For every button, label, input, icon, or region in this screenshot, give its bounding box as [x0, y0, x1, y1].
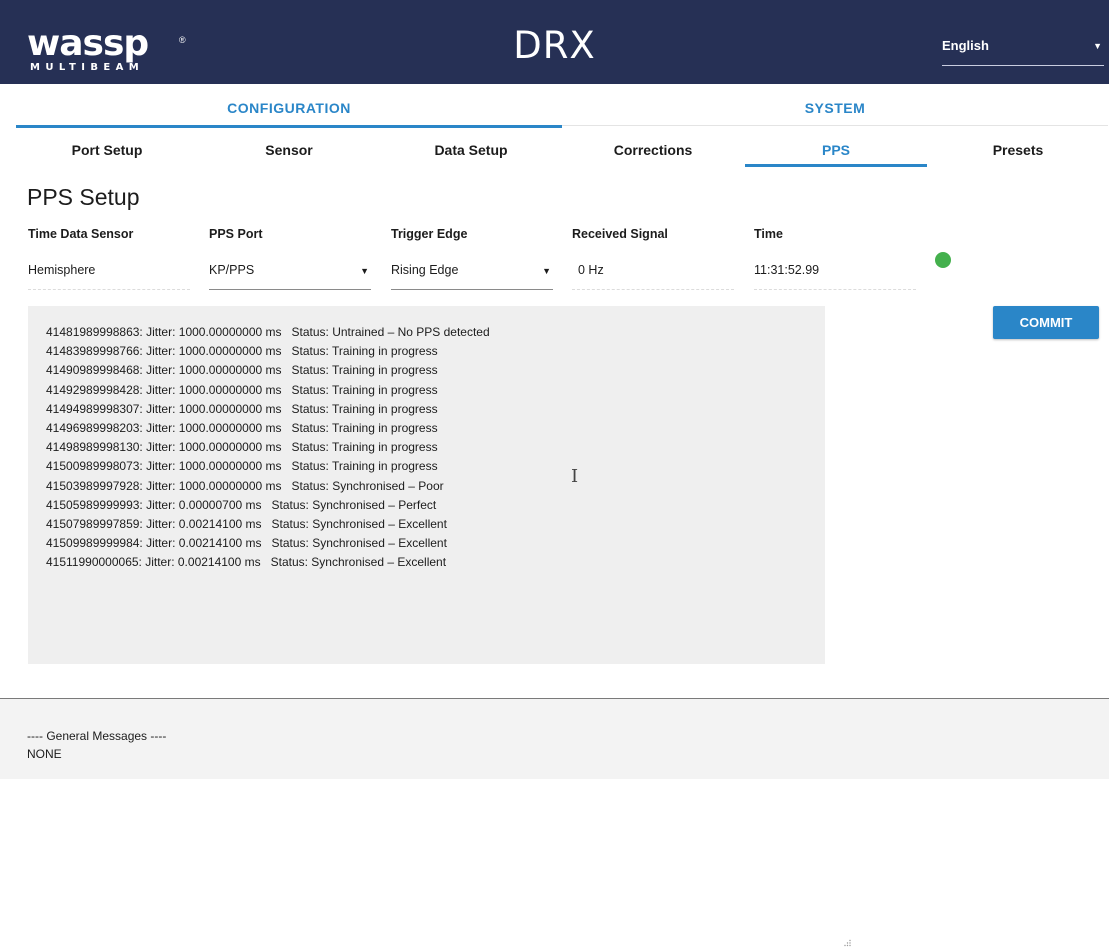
time-data-sensor-value: Hemisphere — [28, 263, 96, 277]
tab-pps[interactable]: PPS — [745, 142, 927, 167]
logo-subtext: MULTIBEAM — [30, 62, 145, 73]
tab-presets[interactable]: Presets — [927, 142, 1109, 167]
pps-port-select[interactable]: KP/PPS ▼ — [209, 254, 371, 290]
log-line: 41483989998766: Jitter: 1000.00000000 ms… — [46, 344, 438, 359]
log-line: 41511990000065: Jitter: 0.00214100 ms St… — [46, 555, 447, 570]
text-cursor-icon: I — [571, 466, 579, 487]
general-messages-text: NONE — [27, 747, 62, 761]
tab-system[interactable]: SYSTEM — [562, 100, 1108, 126]
tab-data-setup[interactable]: Data Setup — [380, 142, 562, 167]
time-data-sensor-field: Hemisphere — [28, 254, 190, 290]
commit-button[interactable]: COMMIT — [993, 306, 1099, 339]
log-line: 41490989998468: Jitter: 1000.00000000 ms… — [46, 363, 438, 378]
log-line: 41498989998130: Jitter: 1000.00000000 ms… — [46, 440, 438, 455]
tab-corrections[interactable]: Corrections — [562, 142, 744, 167]
log-line: 41496989998203: Jitter: 1000.00000000 ms… — [46, 421, 438, 436]
pps-port-value: KP/PPS — [209, 263, 255, 277]
log-line: 41500989998073: Jitter: 1000.00000000 ms… — [46, 459, 438, 474]
page-title: PPS Setup — [27, 184, 140, 210]
trigger-edge-label: Trigger Edge — [391, 227, 468, 241]
app-header: wassp ® MULTIBEAM DRX English ▼ — [0, 0, 1109, 84]
tab-configuration[interactable]: CONFIGURATION — [16, 100, 562, 128]
wassp-logo: wassp ® MULTIBEAM — [27, 23, 187, 77]
time-value: 11:31:52.99 — [754, 263, 820, 277]
time-field: 11:31:52.99 — [754, 254, 916, 290]
log-line: 41503989997928: Jitter: 1000.00000000 ms… — [46, 478, 444, 493]
chevron-down-icon: ▼ — [360, 266, 369, 276]
received-signal-field: 0 Hz — [572, 254, 734, 290]
tab-port-setup[interactable]: Port Setup — [16, 142, 198, 167]
received-signal-value: 0 Hz — [578, 263, 604, 277]
logo-registered-mark: ® — [179, 35, 186, 45]
logo-text: wassp — [27, 23, 149, 64]
log-line: 41505989999993: Jitter: 0.00000700 ms St… — [46, 497, 437, 512]
pps-port-label: PPS Port — [209, 227, 263, 241]
chevron-down-icon: ▼ — [1093, 41, 1102, 51]
log-line: 41509989999984: Jitter: 0.00214100 ms St… — [46, 536, 447, 551]
time-data-sensor-label: Time Data Sensor — [28, 227, 134, 241]
log-line: 41494989998307: Jitter: 1000.00000000 ms… — [46, 401, 438, 416]
trigger-edge-select[interactable]: Rising Edge ▼ — [391, 254, 553, 290]
general-messages-heading: ---- General Messages ---- — [27, 729, 167, 743]
sub-tab-bar: Port Setup Sensor Data Setup Corrections… — [16, 142, 1109, 167]
received-signal-label: Received Signal — [572, 227, 668, 241]
pps-log-textarea[interactable]: 41481989998863: Jitter: 1000.00000000 ms… — [28, 306, 851, 947]
chevron-down-icon: ▼ — [542, 266, 551, 276]
log-line: 41481989998863: Jitter: 1000.00000000 ms… — [46, 325, 490, 339]
log-line: 41492989998428: Jitter: 1000.00000000 ms… — [46, 382, 438, 397]
tab-sensor[interactable]: Sensor — [198, 142, 380, 167]
log-line: 41507989997859: Jitter: 0.00214100 ms St… — [46, 517, 447, 532]
resize-handle-icon[interactable] — [843, 939, 851, 947]
status-indicator-icon — [935, 252, 951, 268]
time-label: Time — [754, 227, 783, 241]
general-messages-panel: ---- General Messages ---- NONE — [0, 698, 1109, 779]
log-lines: 41481989998863: Jitter: 1000.00000000 ms… — [46, 323, 490, 573]
language-value: English — [942, 38, 989, 53]
trigger-edge-value: Rising Edge — [391, 263, 459, 277]
language-select[interactable]: English ▼ — [942, 32, 1104, 66]
